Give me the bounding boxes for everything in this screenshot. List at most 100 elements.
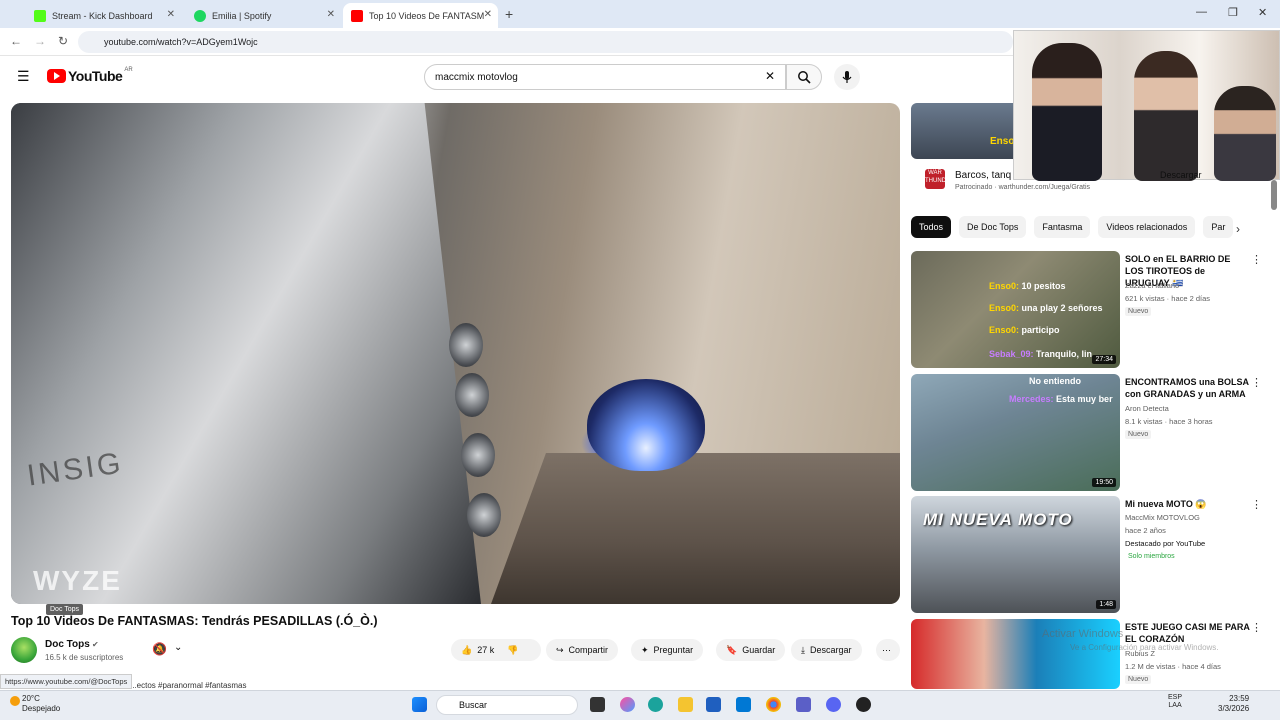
forward-icon[interactable]: →	[34, 34, 46, 48]
more-icon: ⋯	[882, 644, 891, 655]
tab-title: Emilia | Spotify	[212, 10, 272, 21]
reload-icon[interactable]: ↻	[58, 34, 68, 48]
chip-related[interactable]: Videos relacionados	[1098, 216, 1196, 238]
chip-all[interactable]: Todos	[911, 216, 952, 238]
minimize-icon[interactable]: —	[1196, 6, 1207, 18]
more-vert-icon[interactable]: ⋮	[1251, 498, 1262, 511]
verified-icon: ✔	[92, 640, 99, 649]
video-thumbnail[interactable]: No entiendo Mercedes: Esta muy ber 19:50	[911, 374, 1120, 491]
language-indicator[interactable]: ESP LAA	[1168, 694, 1182, 710]
list-item[interactable]: No entiendo Mercedes: Esta muy ber 19:50…	[911, 374, 1271, 492]
duration-badge: 1:48	[1096, 600, 1116, 609]
teams-icon[interactable]	[796, 697, 811, 712]
search-input[interactable]: maccmix motovlog ✕	[424, 64, 786, 90]
discord-icon[interactable]	[826, 697, 841, 712]
chip-more[interactable]: Par	[1203, 216, 1234, 238]
edge-icon[interactable]	[648, 697, 663, 712]
close-tab-icon[interactable]: ✕	[167, 9, 175, 20]
rec-channel[interactable]: Aron Detecta	[1125, 404, 1169, 413]
video-player[interactable]: INSIG WYZE	[11, 103, 900, 604]
video-thumbnail[interactable]: Enso0: 10 pesitos Enso0: una play 2 seño…	[911, 251, 1120, 368]
tab-youtube[interactable]: Top 10 Videos De FANTASM ✕	[343, 3, 498, 28]
tab-spotify[interactable]: Emilia | Spotify ✕	[186, 3, 341, 28]
rec-title[interactable]: ENCONTRAMOS una BOLSA con GRANADAS y un …	[1125, 376, 1251, 400]
share-label: Compartir	[568, 645, 609, 655]
channel-name[interactable]: Doc Tops	[45, 639, 90, 650]
taskbar-search[interactable]: Buscar	[436, 695, 578, 715]
maximize-icon[interactable]: ❐	[1228, 6, 1238, 19]
chrome-icon[interactable]	[766, 697, 781, 712]
windows-start-icon[interactable]	[412, 697, 427, 712]
video-thumbnail[interactable]: MI NUEVA MOTO 1:48	[911, 496, 1120, 613]
voice-search-button[interactable]	[834, 64, 860, 90]
filter-chips: Todos De Doc Tops Fantasma Videos relaci…	[911, 216, 1234, 238]
search-button[interactable]	[786, 64, 822, 90]
rec-views: 621 k vistas · hace 2 días	[1125, 294, 1211, 303]
chip-channel[interactable]: De Doc Tops	[959, 216, 1027, 238]
clear-search-icon[interactable]: ✕	[765, 69, 775, 83]
new-tab-icon[interactable]: +	[505, 6, 513, 22]
channel-avatar[interactable]	[11, 637, 37, 663]
windows-taskbar	[0, 690, 1280, 720]
more-actions-button[interactable]: ⋯	[876, 639, 900, 661]
scrollbar[interactable]	[1271, 180, 1277, 210]
outlook-icon[interactable]	[736, 697, 751, 712]
app-icon[interactable]	[856, 697, 871, 712]
close-window-icon[interactable]: ✕	[1258, 6, 1267, 19]
youtube-logo[interactable]: YouTube AR	[47, 67, 133, 84]
ad-thumbnail[interactable]	[911, 103, 1021, 159]
lang-secondary: LAA	[1168, 702, 1182, 709]
like-count[interactable]: 27 k	[477, 645, 494, 655]
rec-title[interactable]: Mi nueva MOTO 😱	[1125, 498, 1251, 510]
more-vert-icon[interactable]: ⋮	[1251, 621, 1262, 634]
knob-shape	[461, 433, 495, 477]
menu-icon[interactable]: ☰	[17, 68, 30, 85]
status-bar-url: https://www.youtube.com/@DocTops	[0, 674, 133, 689]
dislike-icon[interactable]: 👎	[507, 645, 518, 656]
weather-icon[interactable]	[10, 696, 20, 706]
back-icon[interactable]: ←	[10, 34, 22, 48]
temperature: 20°C	[22, 694, 40, 703]
close-tab-icon[interactable]: ✕	[484, 9, 492, 20]
like-icon[interactable]: 👍	[461, 645, 472, 656]
duration-badge: 27:34	[1092, 355, 1116, 364]
rec-channel[interactable]: Zazza el italiano	[1125, 281, 1179, 290]
search-value: maccmix motovlog	[435, 71, 518, 83]
tab-kick[interactable]: Stream - Kick Dashboard ✕	[26, 3, 181, 28]
taskbar-clock[interactable]: 23:59 3/3/2026	[1218, 694, 1249, 714]
download-icon: ⤓	[801, 644, 805, 655]
close-tab-icon[interactable]: ✕	[327, 9, 335, 20]
more-vert-icon[interactable]: ⋮	[1251, 376, 1262, 389]
rec-channel[interactable]: MaccMix MOTOVLOG	[1125, 513, 1200, 522]
save-button[interactable]: 🔖 Guardar	[716, 639, 786, 661]
share-button[interactable]: ↪ Compartir	[546, 639, 619, 661]
url-field[interactable]: youtube.com/watch?v=ADGyem1Wojc	[78, 31, 1013, 53]
description-snippet[interactable]: ...ectos #paranormal #fantasmas	[130, 681, 247, 690]
webcam-overlay	[1013, 30, 1280, 181]
file-explorer-icon[interactable]	[678, 697, 693, 712]
chat-line: Enso0: 10 pesitos	[989, 281, 1066, 291]
task-view-icon[interactable]	[590, 697, 605, 712]
more-vert-icon[interactable]: ⋮	[1251, 253, 1262, 266]
chat-line: Mercedes: Esta muy ber	[1009, 394, 1113, 404]
members-only-badge: Solo miembros	[1128, 553, 1175, 560]
spotify-icon	[194, 9, 206, 22]
url-text: youtube.com/watch?v=ADGyem1Wojc	[104, 37, 258, 47]
streamer-figure	[1134, 51, 1198, 181]
chip-topic[interactable]: Fantasma	[1034, 216, 1091, 238]
chevron-right-icon[interactable]: ›	[1236, 222, 1240, 236]
kick-icon	[34, 9, 46, 22]
list-item[interactable]: MI NUEVA MOTO 1:48 Mi nueva MOTO 😱 MaccM…	[911, 496, 1271, 614]
rec-title[interactable]: ESTE JUEGO CASI ME PARA EL CORAZÓN	[1125, 621, 1251, 645]
search-icon	[798, 71, 811, 84]
weather-widget[interactable]: 20°C Despejado	[22, 694, 60, 714]
ask-button[interactable]: ✦ Preguntar	[631, 639, 704, 661]
notification-bell-icon[interactable]: 🔕	[152, 642, 167, 656]
ad-download-button[interactable]: Descargar	[1160, 170, 1202, 180]
store-icon[interactable]	[706, 697, 721, 712]
copilot-icon[interactable]	[620, 697, 635, 712]
ad-title[interactable]: Barcos, tanq	[955, 170, 1011, 181]
chevron-down-icon[interactable]: ⌄	[174, 642, 182, 653]
list-item[interactable]: Enso0: 10 pesitos Enso0: una play 2 seño…	[911, 251, 1271, 369]
download-button[interactable]: ⤓ Descargar	[791, 639, 862, 661]
